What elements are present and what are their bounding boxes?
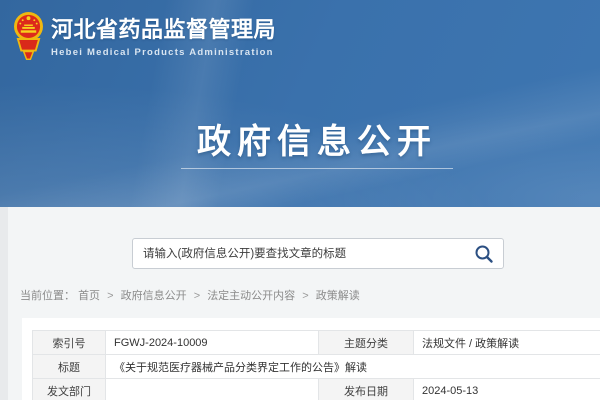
breadcrumb: 当前位置： 首页 > 政府信息公开 > 法定主动公开内容 > 政策解读 xyxy=(20,287,360,303)
site-logo[interactable]: 河北省药品监督管理局 Hebei Medical Products Admini… xyxy=(13,11,276,67)
page-title: 政府信息公开 xyxy=(197,114,437,163)
left-gutter xyxy=(0,207,8,400)
banner: 河北省药品监督管理局 Hebei Medical Products Admini… xyxy=(0,0,600,207)
category-value: 法规文件 / 政策解读 xyxy=(414,331,600,355)
table-row: 索引号 FGWJ-2024-10009 主题分类 法规文件 / 政策解读 xyxy=(33,331,600,355)
breadcrumb-legal-disclosure[interactable]: 法定主动公开内容 xyxy=(207,290,295,302)
search-input[interactable] xyxy=(133,239,503,268)
dept-value xyxy=(106,379,319,400)
org-name-zh: 河北省药品监督管理局 xyxy=(51,17,276,43)
breadcrumb-gov-info[interactable]: 政府信息公开 xyxy=(121,290,187,302)
breadcrumb-policy-interpretation[interactable]: 政策解读 xyxy=(316,290,360,302)
national-emblem-icon xyxy=(13,11,44,67)
breadcrumb-home[interactable]: 首页 xyxy=(78,290,100,302)
index-label: 索引号 xyxy=(33,331,106,355)
index-value: FGWJ-2024-10009 xyxy=(106,331,319,355)
dept-label: 发文部门 xyxy=(33,379,106,400)
search-box xyxy=(132,238,504,269)
breadcrumb-separator: > xyxy=(194,290,200,302)
breadcrumb-separator: > xyxy=(107,290,113,302)
org-names: 河北省药品监督管理局 Hebei Medical Products Admini… xyxy=(51,11,276,58)
title-underline xyxy=(181,168,453,169)
table-row: 标题 《关于规范医疗器械产品分类界定工作的公告》解读 xyxy=(33,355,600,379)
search-icon[interactable] xyxy=(473,243,495,265)
breadcrumb-prefix: 当前位置： xyxy=(20,290,75,302)
title-value: 《关于规范医疗器械产品分类界定工作的公告》解读 xyxy=(106,355,600,379)
table-row: 发文部门 发布日期 2024-05-13 xyxy=(33,379,600,400)
category-label: 主题分类 xyxy=(319,331,414,355)
document-meta-table: 索引号 FGWJ-2024-10009 主题分类 法规文件 / 政策解读 标题 … xyxy=(32,330,600,400)
document-card: 索引号 FGWJ-2024-10009 主题分类 法规文件 / 政策解读 标题 … xyxy=(22,318,600,400)
org-name-en: Hebei Medical Products Administration xyxy=(51,47,276,58)
date-label: 发布日期 xyxy=(319,379,414,400)
date-value: 2024-05-13 xyxy=(414,379,600,400)
breadcrumb-separator: > xyxy=(302,290,308,302)
title-label: 标题 xyxy=(33,355,106,379)
